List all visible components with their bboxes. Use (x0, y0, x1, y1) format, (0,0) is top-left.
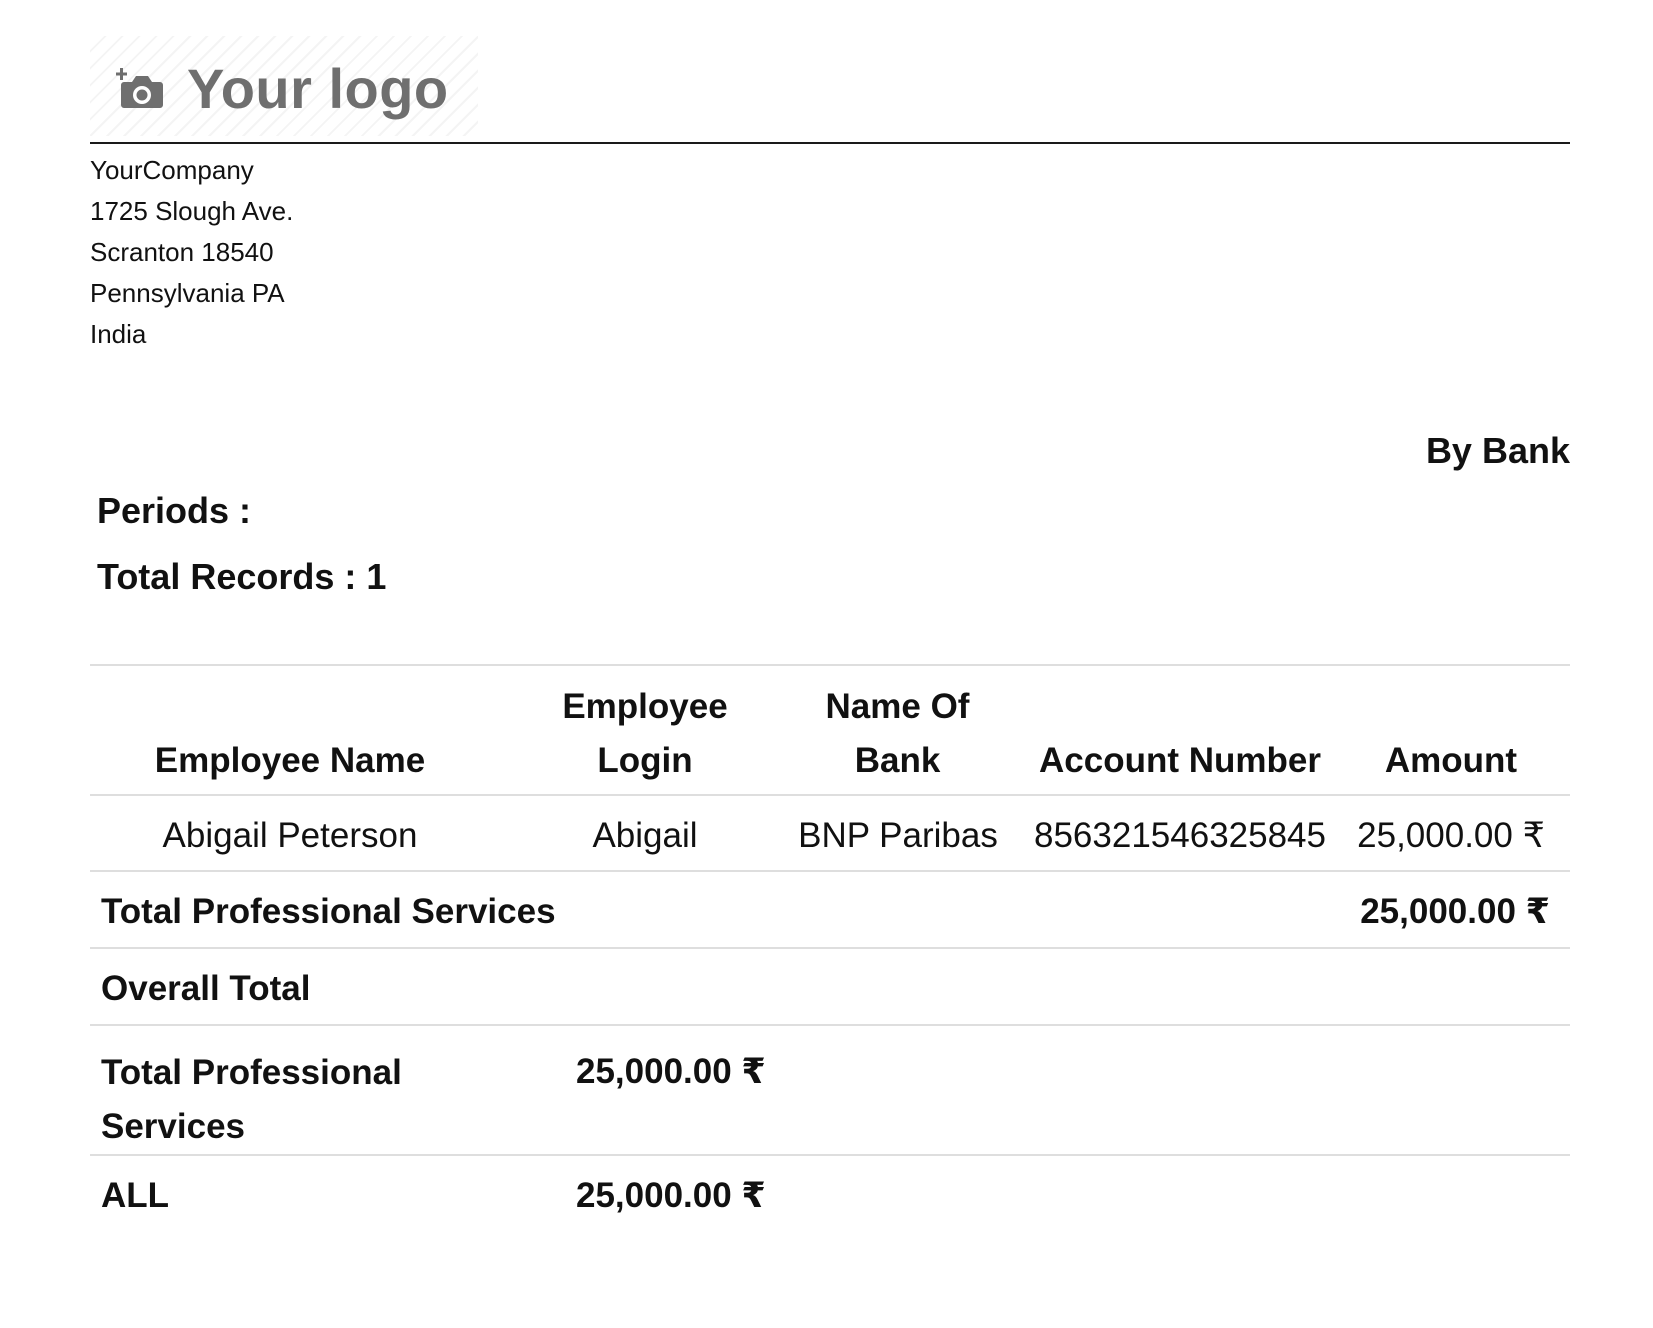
col-header-bank-name-line2: Bank (854, 741, 941, 780)
header-divider (90, 142, 1570, 144)
col-header-amount: Amount (1384, 741, 1518, 780)
cell-employee-name: Abigail Peterson (162, 816, 418, 855)
row-rule (90, 870, 1570, 872)
cell-bank-name: BNP Paribas (798, 816, 998, 855)
col-header-employee-login-line2: Login (597, 741, 693, 780)
cell-amount: 25,000.00 ₹ (1357, 816, 1545, 855)
overall-row-label-line2: Services (101, 1107, 246, 1146)
all-label: ALL (101, 1176, 170, 1215)
company-city-zip: Scranton 18540 (90, 237, 274, 267)
col-header-employee-login-line1: Employee (562, 687, 728, 726)
logo-text: Your logo (187, 57, 449, 120)
col-header-employee-login: Employee Login (540, 680, 750, 788)
group-by-title: By Bank (1425, 430, 1570, 471)
overall-row-rule (90, 1154, 1570, 1156)
total-records-label: Total Records : (97, 556, 357, 597)
add-photo-icon (116, 68, 163, 108)
total-records-value: 1 (366, 556, 387, 597)
overall-row-label: Total Professional Services (101, 1046, 402, 1154)
overall-title-rule (90, 1024, 1570, 1026)
company-street: 1725 Slough Ave. (90, 196, 294, 226)
col-header-bank-name-line1: Name Of (825, 687, 970, 726)
col-header-employee-name: Employee Name (154, 741, 426, 780)
company-country: India (90, 319, 147, 349)
table-top-rule (90, 664, 1570, 666)
all-amount: 25,000.00 ₹ (576, 1176, 766, 1215)
overall-row-amount: 25,000.00 ₹ (576, 1052, 766, 1091)
periods-label: Periods : (97, 490, 252, 531)
company-address: YourCompany 1725 Slough Ave. Scranton 18… (90, 150, 293, 355)
subtotal-rule (90, 947, 1570, 949)
col-header-bank-name: Name Of Bank (790, 680, 1005, 788)
cell-account-number: 856321546325845 (1034, 816, 1326, 855)
header-bottom-rule (90, 794, 1570, 796)
col-header-account-number: Account Number (1039, 741, 1321, 780)
cell-employee-login: Abigail (592, 816, 698, 855)
company-state: Pennsylvania PA (90, 278, 285, 308)
overall-row-label-line1: Total Professional (101, 1053, 402, 1092)
total-records: Total Records : 1 (97, 556, 386, 598)
overall-total-title: Overall Total (101, 969, 311, 1008)
subtotal-label: Total Professional Services (101, 892, 556, 931)
company-name: YourCompany (90, 155, 254, 185)
company-logo: Your logo (90, 36, 478, 136)
subtotal-amount: 25,000.00 ₹ (1360, 892, 1550, 931)
